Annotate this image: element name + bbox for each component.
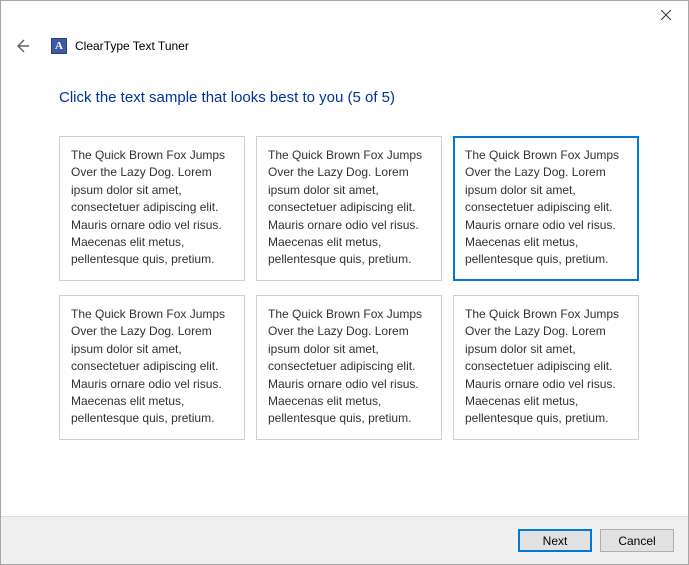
header-bar: A ClearType Text Tuner xyxy=(1,31,688,61)
footer-bar: Next Cancel xyxy=(1,516,688,564)
cancel-button[interactable]: Cancel xyxy=(600,529,674,552)
instruction-text: Click the text sample that looks best to… xyxy=(59,89,650,106)
sample-grid: The Quick Brown Fox Jumps Over the Lazy … xyxy=(59,136,650,440)
back-arrow-icon xyxy=(14,38,30,54)
text-sample-6[interactable]: The Quick Brown Fox Jumps Over the Lazy … xyxy=(453,295,639,440)
titlebar xyxy=(1,1,688,31)
text-sample-3[interactable]: The Quick Brown Fox Jumps Over the Lazy … xyxy=(453,136,639,281)
text-sample-2[interactable]: The Quick Brown Fox Jumps Over the Lazy … xyxy=(256,136,442,281)
text-sample-5[interactable]: The Quick Brown Fox Jumps Over the Lazy … xyxy=(256,295,442,440)
back-button[interactable] xyxy=(13,37,31,55)
content-area: Click the text sample that looks best to… xyxy=(1,61,688,440)
text-sample-1[interactable]: The Quick Brown Fox Jumps Over the Lazy … xyxy=(59,136,245,281)
close-icon xyxy=(661,10,671,20)
text-sample-4[interactable]: The Quick Brown Fox Jumps Over the Lazy … xyxy=(59,295,245,440)
app-icon: A xyxy=(51,38,67,54)
window-title: ClearType Text Tuner xyxy=(75,39,189,53)
next-button[interactable]: Next xyxy=(518,529,592,552)
wizard-window: A ClearType Text Tuner Click the text sa… xyxy=(0,0,689,565)
close-button[interactable] xyxy=(643,1,688,29)
